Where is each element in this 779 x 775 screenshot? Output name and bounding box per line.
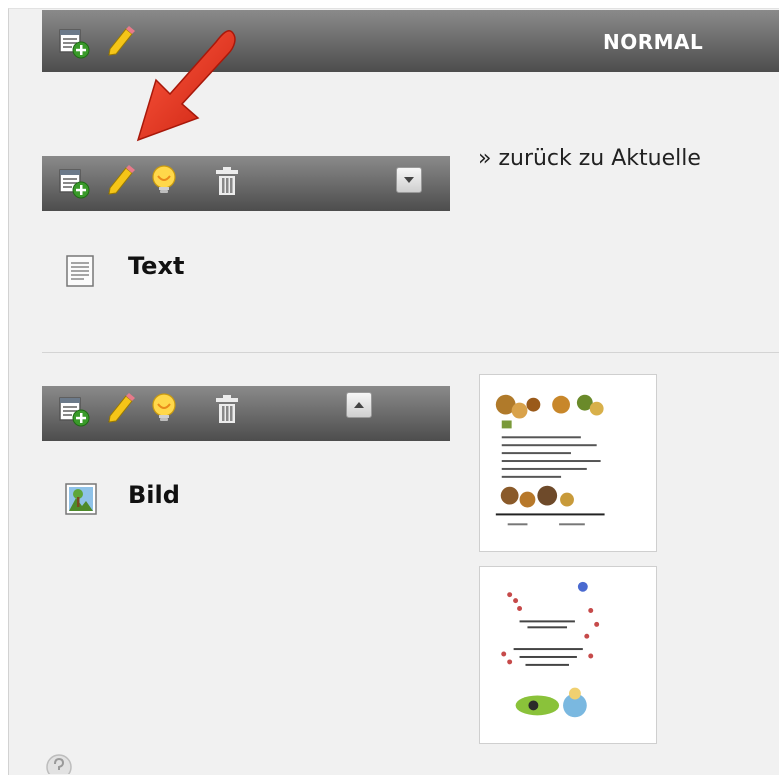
element-divider [42,352,779,353]
text-document-icon [66,255,94,287]
new-content-icon[interactable] [58,27,90,59]
image-thumbnail[interactable] [479,566,657,744]
move-down-icon [404,177,414,183]
column-label: NORMAL [603,30,704,54]
image-icon [65,483,97,515]
content-type-label[interactable]: Text [128,252,184,280]
new-content-icon[interactable] [58,167,90,199]
image-thumbnail-content [495,394,605,526]
move-down-button[interactable] [396,167,422,193]
content-type-label[interactable]: Bild [128,481,180,509]
trash-icon[interactable] [212,165,242,197]
red-arrow-icon [136,30,236,142]
lightbulb-icon[interactable] [148,164,180,196]
help-icon[interactable] [44,752,74,774]
move-up-icon [354,402,364,408]
new-content-icon[interactable] [58,395,90,427]
image-thumbnail[interactable] [479,374,657,552]
image-thumbnail-content [501,581,600,718]
lightbulb-icon[interactable] [148,392,180,424]
edit-icon[interactable] [104,392,136,424]
back-link[interactable]: » zurück zu Aktuelle [478,146,701,171]
trash-icon[interactable] [212,393,242,425]
move-up-button[interactable] [346,392,372,418]
edit-icon[interactable] [104,164,136,196]
